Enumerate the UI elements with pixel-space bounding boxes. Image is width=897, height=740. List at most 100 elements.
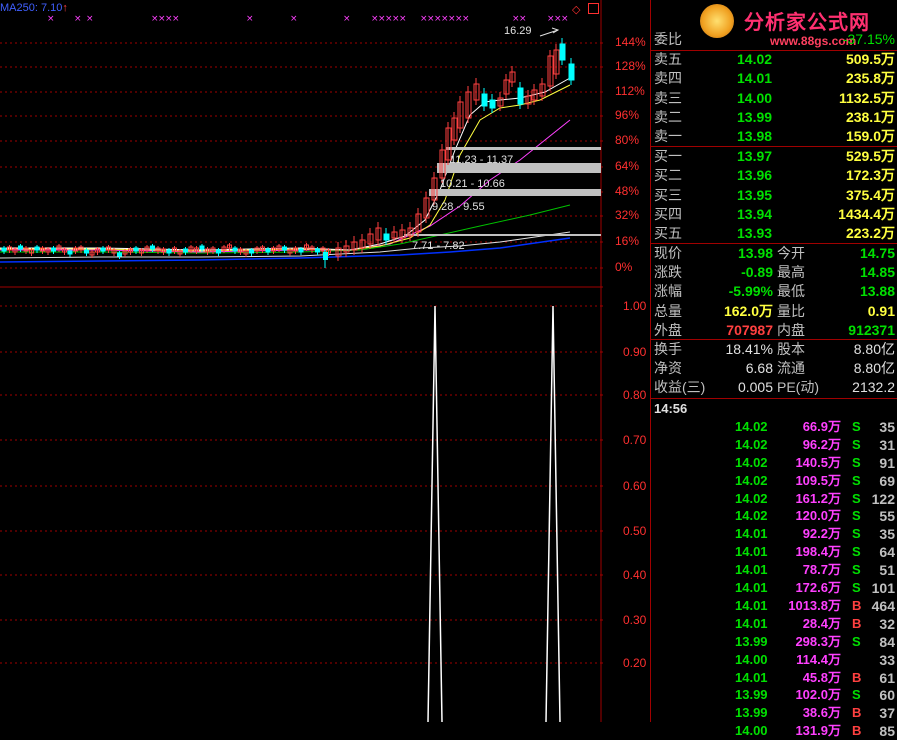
fund-label: 净资 (654, 360, 682, 376)
tick-row: 14.02 109.5万 S 69 (651, 472, 897, 490)
tick-count: 69 (879, 472, 895, 489)
tick-row: 14.02 120.0万 S 55 (651, 507, 897, 525)
candle-body (489, 99, 496, 109)
tick-count: 84 (879, 633, 895, 650)
tick-row: 14.01 198.4万 S 64 (651, 543, 897, 561)
ask-row: 卖二 13.99 238.1万 (651, 108, 897, 126)
tick-count: 31 (879, 436, 895, 453)
tick-price: 14.02 (735, 490, 768, 506)
indicator-axis-tick: 1.00 (623, 299, 647, 313)
bid-level-label: 买五 (654, 225, 682, 242)
maximize-icon[interactable] (588, 3, 599, 14)
tick-side: S (852, 418, 861, 434)
buy-marker-icon: × (462, 14, 470, 24)
tick-price: 13.99 (735, 705, 768, 721)
buy-marker-icon: × (561, 14, 569, 24)
tick-count: 85 (879, 723, 895, 740)
zone-label-1: 11.23 - 11.37 (450, 154, 514, 166)
tick-side: S (852, 633, 861, 649)
tick-row: 14.01 45.8万 B 61 (651, 669, 897, 687)
price-axis-tick: 16% (615, 234, 640, 248)
quote-value: -5.99% (728, 283, 773, 300)
tick-amount: 78.7万 (802, 562, 841, 578)
tick-amount: 120.0万 (795, 508, 841, 524)
candle-body (1, 247, 7, 252)
quote-label: 内盘 (777, 321, 805, 338)
tick-side: S (852, 580, 861, 595)
tick-count: 101 (871, 580, 895, 596)
chart-area[interactable]: × × × × × × × × × × × × × × × × × × × × × × × × × × × MA250: 7.10↑… (0, 0, 651, 723)
ask-volume: 509.5万 (845, 51, 895, 67)
tick-count: 35 (879, 418, 895, 435)
kline-chart[interactable]: × × × × × × × × × × × × × × × × × × × × × × × × × × × (0, 0, 651, 723)
fundamental-row: 收益(三) 0.005 PE(动) 2132.2 (651, 378, 897, 396)
fund-value: 2132.2 (852, 379, 895, 395)
tick-price: 14.01 (735, 615, 768, 631)
diamond-icon[interactable]: ◇ (572, 3, 580, 16)
fund-value: 6.68 (745, 360, 773, 376)
candle-body (166, 249, 172, 254)
tick-count: 37 (879, 705, 895, 722)
bid-row: 买一 13.97 529.5万 (651, 147, 897, 165)
buy-marker-icon: × (246, 14, 254, 24)
ask-volume: 238.1万 (845, 108, 895, 125)
candle-body (323, 252, 328, 260)
bid-volume: 223.2万 (845, 225, 895, 242)
divider (651, 398, 897, 399)
quote-value: 13.88 (859, 283, 895, 300)
tick-count: 61 (879, 669, 895, 686)
tick-amount: 38.6万 (802, 705, 841, 721)
tick-row: 14.02 140.5万 S 91 (651, 454, 897, 472)
tick-amount: 131.9万 (795, 723, 841, 739)
candle-body (282, 246, 287, 251)
candle-body (383, 233, 390, 241)
candle-body (315, 248, 320, 253)
fund-label: 换手 (654, 341, 682, 357)
buy-marker-icon: × (47, 14, 55, 24)
candle-body (568, 63, 575, 81)
fund-value: 0.005 (737, 379, 773, 395)
fund-label: PE(动) (777, 379, 819, 395)
tick-side: S (852, 562, 861, 578)
tick-side: S (852, 687, 861, 703)
tick-count: 35 (879, 526, 895, 543)
candle-body (249, 249, 254, 254)
tick-price: 14.01 (735, 669, 768, 685)
quote-row: 外盘 707987 内盘 912371 (651, 321, 897, 339)
candle-body (18, 245, 23, 250)
tick-count: 33 (879, 651, 895, 668)
tick-row: 14.01 92.2万 S 35 (651, 525, 897, 543)
bid-level-label: 买二 (654, 167, 682, 184)
quote-value: 707987 (726, 321, 773, 338)
buy-marker-icon: × (86, 14, 94, 24)
tick-side: S (852, 544, 861, 560)
tick-price: 14.02 (735, 472, 768, 488)
candle-body (84, 249, 89, 254)
price-axis-tick: 48% (615, 184, 640, 198)
tick-price: 14.02 (735, 508, 768, 524)
candle-body (150, 245, 155, 250)
ask-level-label: 卖二 (654, 108, 682, 125)
bid-volume: 172.3万 (845, 167, 895, 184)
quote-value: 14.75 (859, 245, 895, 261)
resistance-zone-1 (446, 147, 601, 150)
bid-price: 13.95 (737, 186, 773, 203)
quote-panel: 委比 -37.15% 卖五 14.02 509.5万 卖四 14.01 235.8万 卖三 1… (650, 0, 897, 739)
price-axis-tick: 80% (615, 133, 640, 147)
high-pointer (539, 29, 559, 37)
fund-value: 8.80亿 (853, 360, 895, 376)
ask-level-label: 卖四 (654, 70, 682, 87)
tick-row: 13.99 298.3万 S 84 (651, 633, 897, 651)
tick-amount: 28.4万 (802, 615, 841, 631)
ask-level-label: 卖一 (654, 128, 682, 145)
tick-side: B (852, 615, 862, 631)
ask-price: 14.01 (737, 70, 773, 87)
tick-price: 14.01 (735, 580, 768, 595)
tick-price: 14.01 (735, 526, 768, 542)
tick-amount: 161.2万 (795, 490, 841, 506)
bid-volume: 375.4万 (845, 186, 895, 203)
bid-row: 买三 13.95 375.4万 (651, 186, 897, 204)
quote-row: 涨跌 -0.89 最高 14.85 (651, 263, 897, 281)
fund-value: 8.80亿 (853, 341, 895, 357)
candle-body (559, 43, 566, 61)
